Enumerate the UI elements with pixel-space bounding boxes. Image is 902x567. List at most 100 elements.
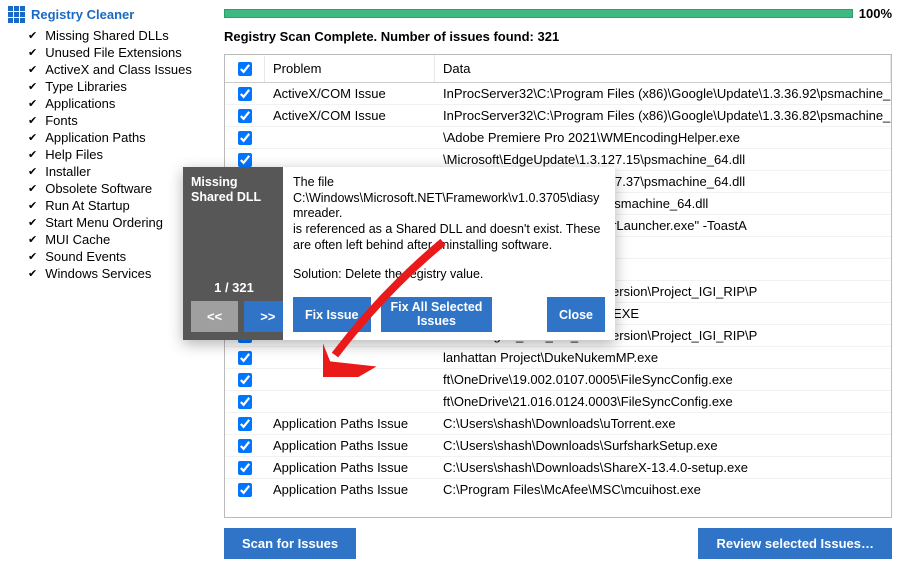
sidebar-item-label: Missing Shared DLLs [45,28,169,43]
check-icon: ✔ [28,216,37,229]
check-icon: ✔ [28,267,37,280]
sidebar-item-label: Applications [45,96,115,111]
table-header: Problem Data [225,55,891,83]
row-checkbox[interactable] [238,461,252,475]
row-checkbox[interactable] [238,153,252,167]
row-check-cell [225,370,265,390]
check-icon: ✔ [28,114,37,127]
table-row[interactable]: Application Paths IssueC:\Program Files\… [225,479,891,500]
row-checkbox[interactable] [238,351,252,365]
table-row[interactable]: ActiveX/COM IssueInProcServer32\C:\Progr… [225,83,891,105]
row-problem: Application Paths Issue [265,413,435,434]
fix-all-label: Fix All SelectedIssues [391,300,483,328]
table-row[interactable]: ft\OneDrive\19.002.0107.0005\FileSyncCon… [225,369,891,391]
fix-all-selected-button[interactable]: Fix All SelectedIssues [381,297,493,333]
sidebar-item[interactable]: ✔Sound Events [8,248,206,265]
check-icon: ✔ [28,199,37,212]
row-check-cell [225,84,265,104]
progress-row: 100% [224,6,892,21]
row-problem [265,355,435,361]
check-icon: ✔ [28,97,37,110]
sidebar-item[interactable]: ✔ActiveX and Class Issues [8,61,206,78]
sidebar-item-label: MUI Cache [45,232,110,247]
row-checkbox[interactable] [238,395,252,409]
select-all-checkbox[interactable] [238,62,252,76]
row-checkbox[interactable] [238,109,252,123]
review-button[interactable]: Review selected Issues… [698,528,892,559]
sidebar-title: Registry Cleaner [8,6,206,23]
sidebar-item-label: Installer [45,164,91,179]
sidebar-item-label: Obsolete Software [45,181,152,196]
popup-line3: is referenced as a Shared DLL and doesn'… [293,222,600,252]
table-row[interactable]: Application Paths IssueC:\Users\shash\Do… [225,435,891,457]
table-row[interactable]: \Adobe Premiere Pro 2021\WMEncodingHelpe… [225,127,891,149]
sidebar-item[interactable]: ✔Application Paths [8,129,206,146]
sidebar: Registry Cleaner ✔Missing Shared DLLs✔Un… [0,0,214,567]
sidebar-title-text: Registry Cleaner [31,7,134,22]
sidebar-item-label: Fonts [45,113,78,128]
sidebar-item-label: Start Menu Ordering [45,215,163,230]
table-row[interactable]: Application Paths IssueC:\Users\shash\Do… [225,457,891,479]
popup-category-title: Missing Shared DLL [191,175,277,205]
table-row[interactable]: Application Paths IssueC:\Users\shash\Do… [225,413,891,435]
row-data: C:\Program Files\McAfee\MSC\mcuihost.exe [435,479,891,500]
sidebar-item[interactable]: ✔ Applications [8,95,206,112]
row-problem [265,377,435,383]
fix-issue-button[interactable]: Fix Issue [293,297,371,333]
sidebar-item[interactable]: ✔ Obsolete Software [8,180,206,197]
sidebar-item[interactable]: ✔ Installer [8,163,206,180]
check-icon: ✔ [28,165,37,178]
check-icon: ✔ [28,182,37,195]
row-checkbox[interactable] [238,483,252,497]
row-data: C:\Users\shash\Downloads\SurfsharkSetup.… [435,435,891,456]
row-data: InProcServer32\C:\Program Files (x86)\Go… [435,83,891,104]
check-icon: ✔ [28,233,37,246]
row-data: lanhattan Project\DukeNukemMP.exe [435,347,891,368]
check-icon: ✔ [28,29,37,42]
row-data: \Adobe Premiere Pro 2021\WMEncodingHelpe… [435,127,891,148]
popup-prev-button[interactable]: << [191,301,238,332]
row-problem: Application Paths Issue [265,479,435,500]
sidebar-item[interactable]: ✔ Run At Startup [8,197,206,214]
sidebar-item[interactable]: ✔Unused File Extensions [8,44,206,61]
row-problem [265,399,435,405]
popup-close-button[interactable]: Close [547,297,605,333]
row-checkbox[interactable] [238,373,252,387]
row-checkbox[interactable] [238,439,252,453]
sidebar-item-label: Unused File Extensions [45,45,182,60]
row-data: C:\Users\shash\Downloads\uTorrent.exe [435,413,891,434]
popup-nav-panel: Missing Shared DLL 1 / 321 << >> [183,167,283,340]
sidebar-item[interactable]: ✔Windows Services [8,265,206,282]
row-checkbox[interactable] [238,87,252,101]
table-row[interactable]: lanhattan Project\DukeNukemMP.exe [225,347,891,369]
row-check-cell [225,458,265,478]
horizontal-scrollbar[interactable] [225,500,891,517]
row-checkbox[interactable] [238,417,252,431]
sidebar-item[interactable]: ✔ Missing Shared DLLs [8,27,206,44]
sidebar-item[interactable]: ✔ Fonts [8,112,206,129]
row-problem: Application Paths Issue [265,457,435,478]
status-line: Registry Scan Complete. Number of issues… [224,29,892,44]
sidebar-item-label: Run At Startup [45,198,130,213]
footer-buttons: Scan for Issues Review selected Issues… [224,528,892,559]
sidebar-item[interactable]: ✔ Start Menu Ordering [8,214,206,231]
row-check-cell [225,106,265,126]
sidebar-item[interactable]: ✔Help Files [8,146,206,163]
sidebar-list: ✔Missing Shared DLLs✔Unused File Extensi… [8,27,206,282]
popup-description: The file C:\Windows\Microsoft.NET\Framew… [293,175,605,283]
header-problem[interactable]: Problem [265,55,435,82]
progress-percent: 100% [859,6,892,21]
progress-bar [224,9,853,18]
scan-button[interactable]: Scan for Issues [224,528,356,559]
grid-icon [8,6,25,23]
row-data: InProcServer32\C:\Program Files (x86)\Go… [435,105,891,126]
row-checkbox[interactable] [238,131,252,145]
table-row[interactable]: ActiveX/COM IssueInProcServer32\C:\Progr… [225,105,891,127]
table-row[interactable]: ft\OneDrive\21.016.0124.0003\FileSyncCon… [225,391,891,413]
sidebar-item[interactable]: ✔Type Libraries [8,78,206,95]
popup-actions: Fix Issue Fix All SelectedIssues Close [293,297,605,333]
sidebar-item[interactable]: ✔ MUI Cache [8,231,206,248]
header-data[interactable]: Data [435,55,891,82]
check-icon: ✔ [28,80,37,93]
sidebar-item-label: Application Paths [45,130,145,145]
